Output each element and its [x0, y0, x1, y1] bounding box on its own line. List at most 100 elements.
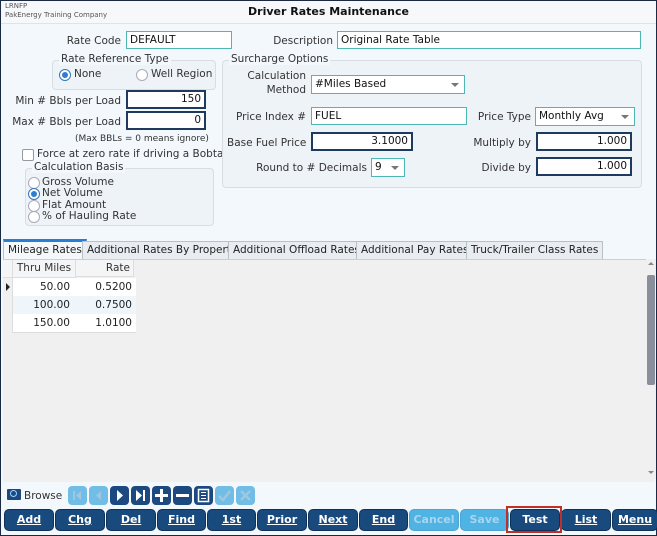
- radio-net-volume-label: Net Volume: [42, 187, 103, 199]
- cell-thru-miles: 150.00: [33, 317, 70, 329]
- end-button[interactable]: End: [359, 509, 408, 531]
- prior-record-icon: [96, 491, 101, 500]
- cell-rate: 0.5200: [95, 281, 132, 293]
- description-input[interactable]: Original Rate Table: [337, 31, 641, 49]
- browse-search-icon: [7, 489, 21, 500]
- save-button[interactable]: Save: [460, 509, 509, 531]
- browse-label: Browse: [24, 490, 63, 502]
- find-button[interactable]: Find: [157, 509, 206, 531]
- rate-reference-type-title: Rate Reference Type: [59, 53, 171, 65]
- end-button-label: End: [371, 513, 396, 526]
- first-button[interactable]: 1st: [207, 509, 256, 531]
- scroll-up-icon[interactable]: [648, 262, 654, 265]
- chevron-down-icon: [621, 115, 629, 119]
- base-fuel-input[interactable]: 3.1000: [311, 132, 413, 151]
- calc-method-label-2: Method: [266, 84, 306, 96]
- close-icon: [240, 490, 251, 501]
- chg-button[interactable]: Chg: [55, 509, 105, 531]
- round-decimals-select[interactable]: 9: [371, 158, 405, 177]
- add-button[interactable]: Add: [4, 509, 54, 531]
- column-header-thru-miles[interactable]: Thru Miles: [13, 260, 76, 278]
- first-button-label: 1st: [221, 513, 242, 526]
- scroll-down-icon[interactable]: [648, 471, 654, 474]
- radio-none-label: None: [74, 68, 102, 80]
- column-header-rate[interactable]: Rate: [76, 260, 134, 277]
- vertical-scrollbar[interactable]: [646, 259, 656, 479]
- nav-edit-button[interactable]: [194, 486, 213, 505]
- max-bbls-note: (Max BBLs = 0 means ignore): [75, 134, 209, 144]
- nav-last-button[interactable]: [131, 486, 150, 505]
- min-bbls-label: Min # Bbls per Load: [15, 95, 121, 107]
- rate-code-label: Rate Code: [66, 35, 121, 47]
- tab-additional-rates-by-property[interactable]: Additional Rates By Property: [82, 241, 243, 259]
- menu-button-label: Menu: [617, 513, 653, 526]
- radio-hauling-rate-label: % of Hauling Rate: [42, 210, 137, 222]
- cell-rate: 1.0100: [95, 317, 132, 329]
- radio-hauling-rate[interactable]: [28, 211, 40, 223]
- multiply-input[interactable]: 1.000: [536, 132, 632, 151]
- divide-input[interactable]: 1.000: [536, 157, 632, 176]
- calc-method-value: #Miles Based: [315, 78, 387, 90]
- list-button[interactable]: List: [561, 509, 611, 531]
- minus-icon: [176, 494, 189, 497]
- nav-delete-button[interactable]: [173, 486, 192, 505]
- prior-button-label: Prior: [266, 513, 298, 526]
- force-zero-checkbox[interactable]: [22, 149, 34, 161]
- nav-cancel-button[interactable]: [236, 486, 255, 505]
- cancel-button[interactable]: Cancel: [409, 509, 459, 531]
- next-record-icon: [117, 490, 123, 501]
- test-button-highlight: [506, 506, 562, 533]
- radio-well-region[interactable]: [136, 69, 148, 81]
- tab-mileage-rates[interactable]: Mileage Rates: [3, 239, 87, 260]
- price-index-input[interactable]: FUEL: [311, 107, 467, 125]
- find-button-label: Find: [168, 513, 195, 526]
- nav-next-button[interactable]: [110, 486, 129, 505]
- menu-button[interactable]: Menu: [612, 509, 657, 531]
- next-button[interactable]: Next: [308, 509, 358, 531]
- price-index-label: Price Index #: [236, 111, 306, 123]
- max-bbls-label: Max # Bbls per Load: [12, 116, 121, 128]
- chevron-down-icon: [451, 83, 459, 87]
- del-button[interactable]: Del: [106, 509, 156, 531]
- nav-post-button[interactable]: [215, 486, 234, 505]
- radio-net-volume[interactable]: [28, 188, 40, 200]
- tab-additional-pay-rates[interactable]: Additional Pay Rates: [356, 241, 474, 259]
- nav-first-button[interactable]: [68, 486, 87, 505]
- plus-icon: [155, 489, 168, 502]
- calc-method-label-1: Calculation: [247, 70, 306, 82]
- tab-truck-trailer-class-rates[interactable]: Truck/Trailer Class Rates: [466, 241, 604, 259]
- rate-code-input[interactable]: DEFAULT: [126, 31, 232, 49]
- price-type-select[interactable]: Monthly Avg: [535, 107, 635, 126]
- surcharge-options-title: Surcharge Options: [229, 53, 331, 65]
- force-zero-label: Force at zero rate if driving a Bobtail: [37, 148, 230, 160]
- round-decimals-value: 9: [375, 161, 382, 173]
- next-button-label: Next: [318, 513, 348, 526]
- min-bbls-input[interactable]: 150: [126, 90, 206, 109]
- page-title: Driver Rates Maintenance: [248, 5, 409, 18]
- radio-well-region-label: Well Region: [151, 68, 213, 80]
- edit-list-icon: [197, 488, 210, 503]
- calculation-basis-title: Calculation Basis: [32, 161, 126, 173]
- check-icon: [218, 490, 231, 502]
- nav-prior-button[interactable]: [89, 486, 108, 505]
- del-button-label: Del: [120, 513, 142, 526]
- tab-additional-offload-rates[interactable]: Additional Offload Rates: [228, 241, 365, 259]
- last-record-icon: [136, 490, 145, 501]
- calc-method-select[interactable]: #Miles Based: [311, 75, 465, 94]
- title-bar: LRNFP PakEnergy Training Company Driver …: [1, 1, 656, 24]
- price-type-label: Price Type: [477, 111, 531, 123]
- scrollbar-thumb[interactable]: [647, 275, 655, 385]
- grid-corner: [3, 260, 13, 278]
- radio-none[interactable]: [59, 69, 71, 81]
- cell-rate: 0.7500: [95, 299, 132, 311]
- nav-insert-button[interactable]: [152, 486, 171, 505]
- current-row-arrow-icon: [6, 283, 10, 291]
- divide-label: Divide by: [481, 162, 531, 174]
- description-label: Description: [273, 35, 333, 47]
- mileage-rates-panel: Thru Miles Rate 50.00 0.5200 100.00 0.75…: [3, 259, 655, 482]
- max-bbls-input[interactable]: 0: [126, 111, 206, 130]
- add-button-label: Add: [16, 513, 42, 526]
- prior-button[interactable]: Prior: [257, 509, 307, 531]
- list-button-label: List: [574, 513, 598, 526]
- cell-thru-miles: 50.00: [39, 281, 70, 293]
